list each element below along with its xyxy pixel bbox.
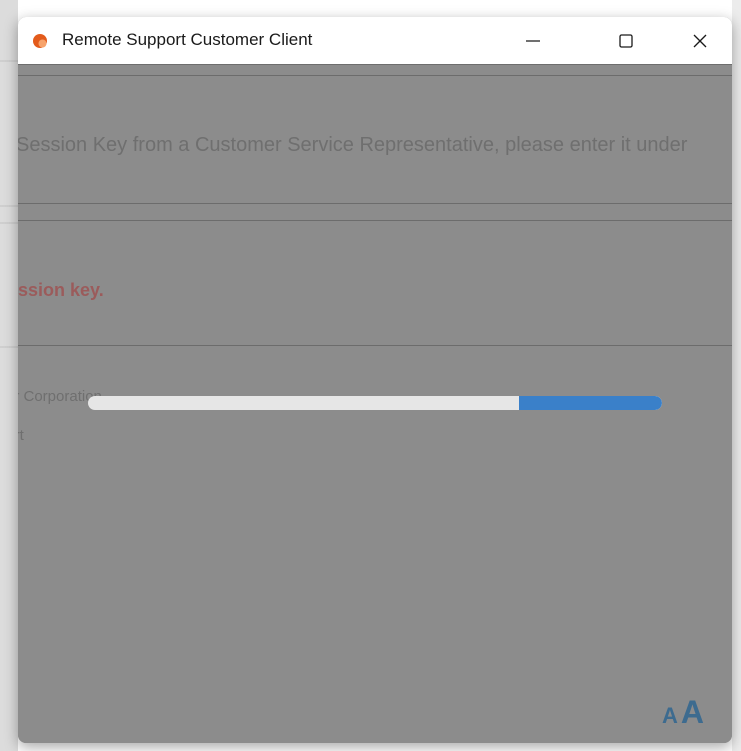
maximize-button[interactable] [598,17,654,64]
session-key-error: ession key. [18,280,104,300]
font-size-toggle[interactable]: AA [662,694,704,731]
orange-drop-icon [32,33,48,49]
background-right-edge [732,0,741,751]
screen: Remote Support Customer Client Session K… [0,0,741,751]
close-icon [693,34,707,47]
minimize-icon [526,39,540,42]
font-size-large-icon: A [680,694,704,730]
progress-fill [518,396,662,410]
session-key-instruction: Session Key from a Customer Service Repr… [18,134,688,156]
remote-support-window: Remote Support Customer Client Session K… [18,17,732,743]
background-left-strip [0,0,18,751]
loading-overlay: Session Key from a Customer Service Repr… [18,65,732,743]
loading-progress-bar [88,396,662,410]
title-bar[interactable]: Remote Support Customer Client [18,17,732,65]
font-size-small-icon: A [662,703,678,728]
content-rule [18,345,732,346]
maximize-icon [619,33,633,48]
minimize-button[interactable] [505,17,561,64]
support-text: port [18,427,24,444]
window-title: Remote Support Customer Client [62,30,313,49]
content-rule [18,220,732,221]
content-rule [18,75,732,76]
content-rule [18,203,732,204]
close-button[interactable] [672,17,728,64]
